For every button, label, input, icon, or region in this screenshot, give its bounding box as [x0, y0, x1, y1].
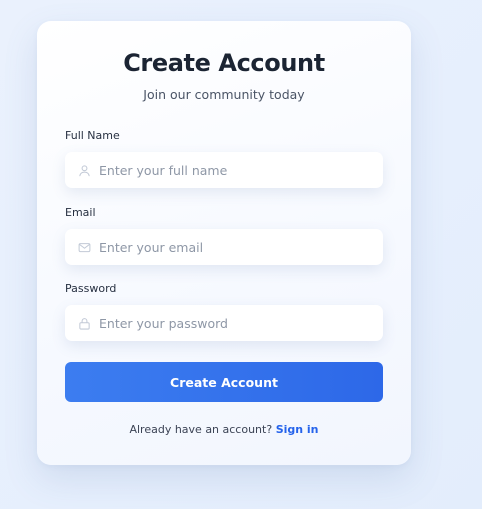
email-field-container [65, 229, 383, 265]
signup-card: Create Account Join our community today … [37, 21, 411, 465]
full-name-label: Full Name [65, 129, 120, 142]
signin-link[interactable]: Sign in [276, 423, 319, 436]
signin-prompt-text: Already have an account? [129, 423, 273, 436]
mail-icon [77, 240, 91, 254]
password-field-container [65, 305, 383, 341]
email-label: Email [65, 206, 96, 219]
page-subtitle: Join our community today [143, 87, 305, 102]
password-input[interactable] [99, 308, 369, 338]
password-label: Password [65, 282, 117, 295]
full-name-field-container [65, 152, 383, 188]
create-account-button[interactable]: Create Account [65, 362, 383, 402]
signin-prompt: Already have an account? Sign in [37, 423, 411, 436]
full-name-input[interactable] [99, 155, 369, 185]
lock-icon [77, 316, 91, 330]
page-title: Create Account [123, 49, 325, 77]
user-icon [77, 163, 91, 177]
email-input[interactable] [99, 232, 369, 262]
